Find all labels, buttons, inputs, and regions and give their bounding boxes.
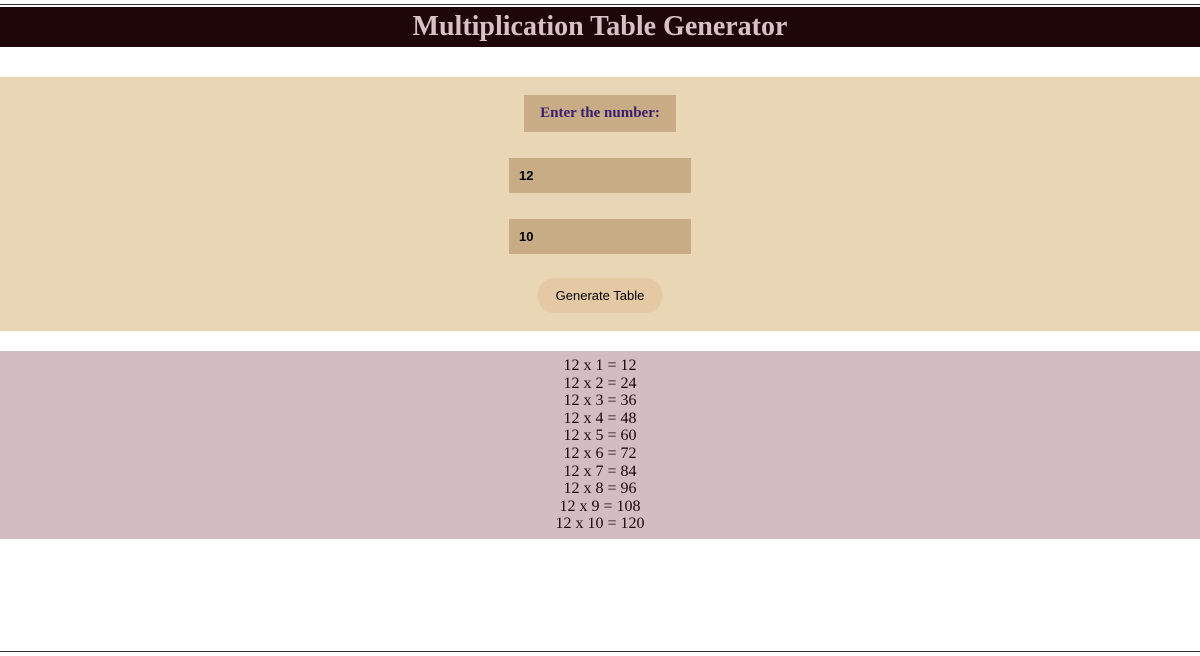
number-label: Enter the number: bbox=[524, 95, 676, 132]
result-line: 12 x 10 = 120 bbox=[0, 515, 1200, 533]
result-line: 12 x 4 = 48 bbox=[0, 410, 1200, 428]
result-line: 12 x 5 = 60 bbox=[0, 427, 1200, 445]
result-line: 12 x 6 = 72 bbox=[0, 445, 1200, 463]
top-divider bbox=[0, 4, 1200, 5]
result-line: 12 x 1 = 12 bbox=[0, 357, 1200, 375]
bottom-divider bbox=[0, 651, 1200, 652]
result-line: 12 x 9 = 108 bbox=[0, 498, 1200, 516]
generate-button[interactable]: Generate Table bbox=[538, 278, 663, 313]
result-line: 12 x 3 = 36 bbox=[0, 392, 1200, 410]
result-line: 12 x 7 = 84 bbox=[0, 463, 1200, 481]
result-line: 12 x 8 = 96 bbox=[0, 480, 1200, 498]
form-section: Enter the number: Generate Table bbox=[0, 77, 1200, 331]
page-title: Multiplication Table Generator bbox=[0, 7, 1200, 47]
number-input[interactable] bbox=[509, 158, 691, 193]
count-input[interactable] bbox=[509, 219, 691, 254]
result-line: 12 x 2 = 24 bbox=[0, 375, 1200, 393]
results-section: 12 x 1 = 1212 x 2 = 2412 x 3 = 3612 x 4 … bbox=[0, 351, 1200, 539]
